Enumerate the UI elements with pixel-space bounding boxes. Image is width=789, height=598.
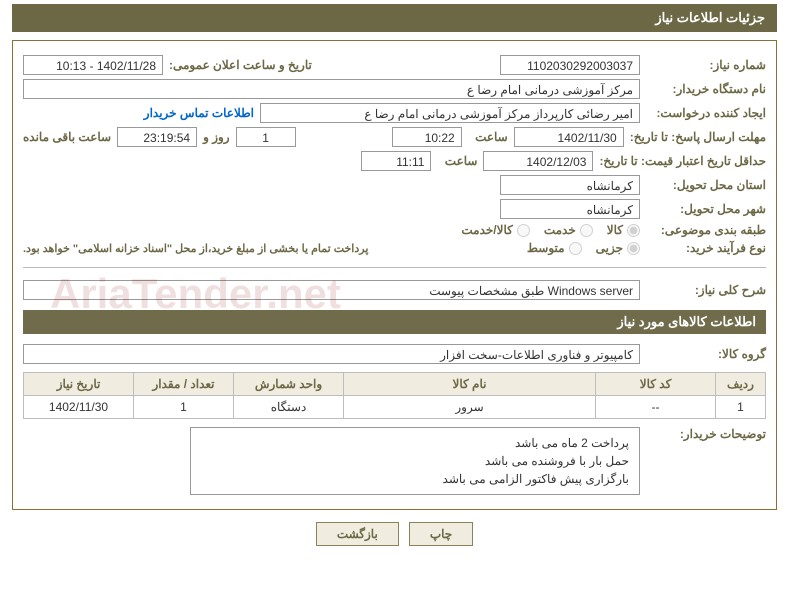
label-category: طبقه بندی موضوعی: <box>646 223 766 237</box>
label-reply-deadline: مهلت ارسال پاسخ: تا تاریخ: <box>630 130 766 144</box>
print-button[interactable]: چاپ <box>409 522 473 546</box>
th-name: نام کالا <box>344 373 596 396</box>
field-province: کرمانشاه <box>500 175 640 195</box>
cell-code: -- <box>596 396 716 419</box>
field-quote-date: 1402/12/03 <box>483 151 593 171</box>
field-need-no: 1102030292003037 <box>500 55 640 75</box>
field-quote-time: 11:11 <box>361 151 431 171</box>
back-button[interactable]: بازگشت <box>316 522 399 546</box>
label-goods-group: گروه کالا: <box>646 347 766 361</box>
label-days-and: روز و <box>203 130 230 144</box>
field-requester: امیر رضائی کارپرداز مرکز آموزشی درمانی ا… <box>260 103 640 123</box>
radio-service[interactable]: خدمت <box>544 223 593 237</box>
label-quote-validity: حداقل تاریخ اعتبار قیمت: تا تاریخ: <box>599 154 766 168</box>
field-remain-time: 23:19:54 <box>117 127 197 147</box>
th-date: تاریخ نیاز <box>24 373 134 396</box>
label-purchase-type: نوع فرآیند خرید: <box>646 241 766 255</box>
buyer-notes-box: پرداخت 2 ماه می باشد حمل بار با فروشنده … <box>190 427 640 495</box>
radio-goods-service[interactable]: کالا/خدمت <box>461 223 529 237</box>
table-header-row: ردیف کد کالا نام کالا واحد شمارش تعداد /… <box>24 373 766 396</box>
field-general-desc: Windows server طبق مشخصات پیوست <box>23 280 640 300</box>
field-buyer-org: مرکز آموزشی درمانی امام رضا ع <box>23 79 640 99</box>
th-unit: واحد شمارش <box>234 373 344 396</box>
note-line-1: پرداخت 2 ماه می باشد <box>201 434 629 452</box>
field-reply-time: 10:22 <box>392 127 462 147</box>
label-time-2: ساعت <box>437 154 477 168</box>
label-general-desc: شرح کلی نیاز: <box>646 283 766 297</box>
radio-medium[interactable]: متوسط <box>527 241 582 255</box>
field-remain-days: 1 <box>236 127 296 147</box>
buyer-contact-link[interactable]: اطلاعات تماس خریدار <box>144 106 254 120</box>
purchase-radios: جزیی متوسط <box>527 241 640 255</box>
label-buyer-org: نام دستگاه خریدار: <box>646 82 766 96</box>
cell-name: سرور <box>344 396 596 419</box>
th-row: ردیف <box>716 373 766 396</box>
label-remain: ساعت باقی مانده <box>23 130 111 144</box>
button-bar: چاپ بازگشت <box>12 510 777 552</box>
goods-section-header: اطلاعات کالاهای مورد نیاز <box>23 310 766 334</box>
radio-partial[interactable]: جزیی <box>596 241 640 255</box>
table-row: 1 -- سرور دستگاه 1 1402/11/30 <box>24 396 766 419</box>
main-panel: شماره نیاز: 1102030292003037 تاریخ و ساع… <box>12 40 777 510</box>
field-city: کرمانشاه <box>500 199 640 219</box>
label-requester: ایجاد کننده درخواست: <box>646 106 766 120</box>
th-code: کد کالا <box>596 373 716 396</box>
separator-1 <box>23 267 766 268</box>
label-need-no: شماره نیاز: <box>646 58 766 72</box>
note-line-3: بارگزاری پیش فاکتور الزامی می باشد <box>201 470 629 488</box>
cell-qty: 1 <box>134 396 234 419</box>
label-buyer-notes: توضیحات خریدار: <box>646 427 766 441</box>
radio-goods[interactable]: کالا <box>607 223 640 237</box>
page-title: جزئیات اطلاعات نیاز <box>12 4 777 32</box>
purchase-note: پرداخت تمام یا بخشی از مبلغ خرید،از محل … <box>23 242 368 255</box>
cell-unit: دستگاه <box>234 396 344 419</box>
label-city: شهر محل تحویل: <box>646 202 766 216</box>
cell-date: 1402/11/30 <box>24 396 134 419</box>
cell-i: 1 <box>716 396 766 419</box>
category-radios: کالا خدمت کالا/خدمت <box>461 223 640 237</box>
label-time-1: ساعت <box>468 130 508 144</box>
field-announce-dt: 1402/11/28 - 10:13 <box>23 55 163 75</box>
label-announce-dt: تاریخ و ساعت اعلان عمومی: <box>169 58 312 72</box>
label-province: استان محل تحویل: <box>646 178 766 192</box>
note-line-2: حمل بار با فروشنده می باشد <box>201 452 629 470</box>
field-goods-group: کامپیوتر و فناوری اطلاعات-سخت افزار <box>23 344 640 364</box>
th-qty: تعداد / مقدار <box>134 373 234 396</box>
goods-table: ردیف کد کالا نام کالا واحد شمارش تعداد /… <box>23 372 766 419</box>
field-reply-date: 1402/11/30 <box>514 127 624 147</box>
